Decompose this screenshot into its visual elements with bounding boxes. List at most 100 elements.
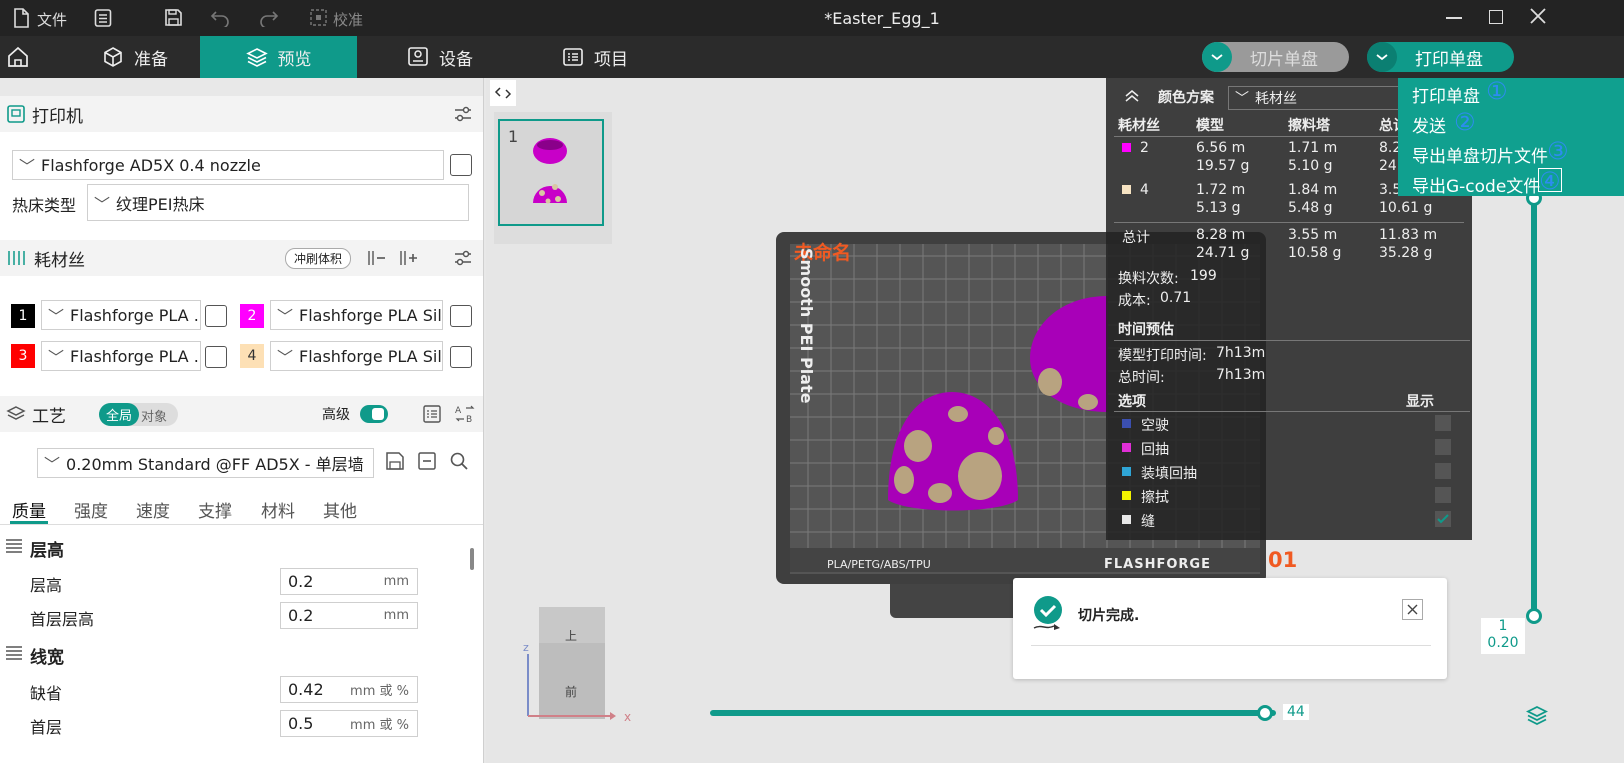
layer-height-input[interactable]: 0.2 mm (280, 568, 418, 595)
printer-section-header: 打印机 (0, 96, 483, 132)
bed-type-select[interactable]: ﹀ 纹理PEI热床 (87, 184, 469, 221)
move-slider-track[interactable] (710, 710, 1276, 716)
subtab-support[interactable]: 支撑 (198, 497, 232, 522)
slice-complete-notification: 切片完成. (1013, 578, 1447, 679)
menu-send[interactable]: 发送 (1412, 112, 1446, 137)
subtab-strength[interactable]: 强度 (74, 497, 108, 522)
model-thumbnail-icon (533, 138, 567, 204)
filament-slot-number[interactable]: 3 (11, 344, 35, 368)
compare-list-icon[interactable] (422, 404, 442, 424)
process-section-title: 工艺 (32, 406, 66, 427)
filament-select-4[interactable]: ﹀ Flashforge PLA Sil... (270, 341, 443, 371)
toggle-global[interactable]: 全局 (99, 403, 139, 426)
col-header-filament: 耗材丝 (1118, 118, 1160, 134)
option-checkbox-checked[interactable] (1435, 511, 1451, 527)
tab-device[interactable]: 设备 (380, 36, 500, 78)
remove-filament-icon[interactable] (366, 248, 388, 268)
first-layer-height-input[interactable]: 0.2 mm (280, 602, 418, 629)
option-checkbox[interactable] (1435, 487, 1451, 503)
subtab-speed[interactable]: 速度 (136, 497, 170, 522)
toggle-object[interactable]: 对象 (141, 406, 167, 425)
filament-color-swatch (1122, 185, 1131, 194)
option-checkbox[interactable] (1435, 463, 1451, 479)
menu-print-plate[interactable]: 打印单盘 (1412, 82, 1480, 107)
edit-filament-icon[interactable] (205, 346, 227, 368)
default-line-width-input[interactable]: 0.42 mm 或 % (280, 676, 418, 703)
stat-value: 5.48 g (1288, 200, 1333, 216)
option-color-swatch (1122, 491, 1131, 500)
add-filament-icon[interactable] (398, 248, 420, 268)
advanced-switch[interactable] (360, 405, 388, 423)
home-icon[interactable] (7, 46, 29, 72)
egg-top-model[interactable] (1028, 292, 1108, 412)
layer-slider-track[interactable] (1531, 196, 1537, 616)
filament-slot-number[interactable]: 4 (240, 344, 264, 368)
flush-volume-button[interactable]: 冲刷体积 (285, 248, 352, 269)
settings-scrollbar[interactable] (470, 548, 474, 570)
save-preset-icon[interactable] (385, 451, 405, 471)
printer-icon (7, 105, 25, 123)
chevron-down-icon[interactable] (1202, 42, 1232, 72)
printer-select[interactable]: ﹀ Flashforge AD5X 0.4 nozzle (12, 150, 444, 180)
first-layer-line-width-input[interactable]: 0.5 mm 或 % (280, 710, 418, 737)
setting-label: 首层层高 (30, 610, 95, 629)
remove-preset-icon[interactable] (417, 451, 437, 471)
process-section-header: 工艺 全局 对象 高级 AB (0, 396, 483, 432)
egg-bottom-model[interactable] (884, 388, 1024, 523)
collapse-up-icon[interactable] (1124, 88, 1140, 102)
filament-select-2[interactable]: ﹀ Flashforge PLA Sil... (270, 300, 443, 330)
option-color-swatch (1122, 419, 1131, 428)
subtab-material[interactable]: 材料 (261, 497, 295, 522)
stat-value: 5.13 g (1196, 200, 1241, 216)
settings-sliders-icon[interactable] (453, 248, 473, 268)
edit-filament-icon[interactable] (450, 305, 472, 327)
options-label: 选项 (1118, 394, 1146, 410)
z-axis-label: z (523, 641, 529, 654)
plate-thumbnail[interactable]: 1 (498, 119, 604, 226)
option-checkbox[interactable] (1435, 415, 1451, 431)
filament-slot-number[interactable]: 1 (11, 304, 35, 328)
global-object-toggle[interactable]: 全局 对象 (99, 403, 178, 426)
tab-label: 项目 (594, 49, 628, 70)
layers-icon[interactable] (1526, 704, 1548, 726)
total-time-label: 总时间: (1118, 370, 1165, 386)
filament-slot-number[interactable]: 2 (240, 304, 264, 328)
stat-value: 10.61 g (1379, 200, 1433, 216)
edit-filament-icon[interactable] (450, 346, 472, 368)
annotation-badge: ① (1486, 77, 1508, 105)
chevron-down-icon[interactable] (1367, 42, 1397, 72)
layers-icon (245, 48, 268, 67)
stat-value: 1.71 m (1288, 140, 1338, 156)
toast-close-button[interactable] (1402, 599, 1423, 620)
col-header-model: 模型 (1196, 118, 1224, 134)
collapse-panel-button[interactable] (490, 80, 516, 106)
edit-filament-icon[interactable] (205, 305, 227, 327)
chevron-down-icon: ﹀ (277, 348, 294, 367)
tab-preview[interactable]: 预览 (200, 36, 357, 78)
subtab-other[interactable]: 其他 (323, 497, 357, 522)
close-icon[interactable] (1530, 8, 1546, 28)
settings-sliders-icon[interactable] (453, 104, 473, 124)
filament-select-1[interactable]: ﹀ Flashforge PLA ... (41, 300, 201, 330)
process-preset-select[interactable]: ﹀ 0.20mm Standard @FF AD5X - 单层墙 (37, 448, 374, 478)
layer-slider-bottom-handle[interactable] (1526, 608, 1542, 624)
slice-plate-button[interactable]: 切片单盘 (1202, 42, 1349, 72)
color-scheme-select[interactable]: ﹀ 耗材丝 (1228, 86, 1408, 110)
tab-prepare[interactable]: 准备 (70, 36, 200, 78)
minimize-icon[interactable] (1446, 17, 1462, 19)
filament-select-3[interactable]: ﹀ Flashforge PLA ... (41, 341, 201, 371)
maximize-icon[interactable] (1489, 10, 1503, 24)
sum-label: 总计 (1122, 230, 1150, 246)
filament-name: Flashforge PLA ... (70, 305, 201, 325)
search-icon[interactable] (449, 451, 469, 471)
ab-compare-icon[interactable]: AB (454, 404, 476, 424)
menu-export-gcode[interactable]: 导出G-code文件 (1412, 172, 1540, 197)
view-cube-top[interactable]: 上 (539, 607, 605, 643)
move-slider-handle[interactable] (1256, 705, 1273, 721)
subtab-quality[interactable]: 质量 (12, 497, 46, 522)
option-checkbox[interactable] (1435, 439, 1451, 455)
print-plate-button[interactable]: 打印单盘 (1367, 42, 1514, 72)
tab-project[interactable]: 项目 (540, 36, 650, 78)
menu-export-plate-slice[interactable]: 导出单盘切片文件 (1412, 142, 1548, 167)
edit-printer-icon[interactable] (450, 154, 472, 176)
